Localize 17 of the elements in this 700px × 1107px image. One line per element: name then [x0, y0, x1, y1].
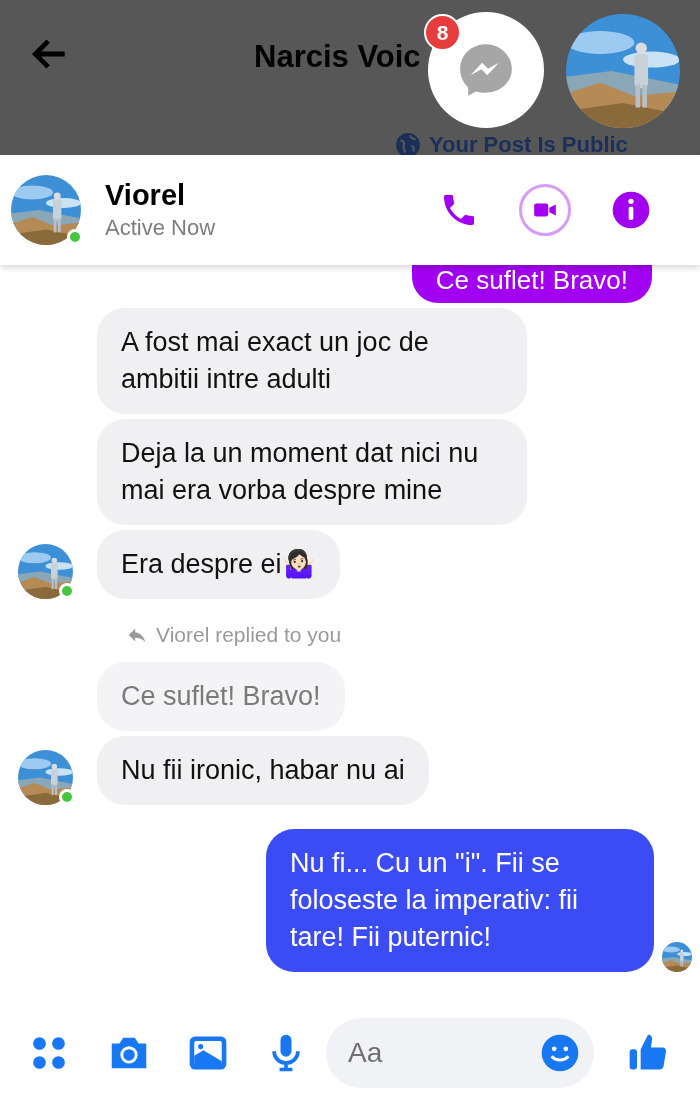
- contact-status: Active Now: [105, 214, 217, 242]
- message-bubble: Era despre ei🤷🏻‍♀: [97, 530, 340, 599]
- info-icon[interactable]: [611, 190, 651, 230]
- page-title: Narcis Voic: [254, 38, 421, 76]
- message-input[interactable]: Aa: [326, 1018, 594, 1088]
- emoji-icon[interactable]: [540, 1033, 580, 1073]
- quoted-message: Ce suflet! Bravo!: [97, 661, 345, 731]
- privacy-notice[interactable]: Your Post Is Public: [429, 134, 628, 156]
- notification-badge: 8: [424, 14, 461, 51]
- message-bubble: Nu fi... Cu un "i". Fii se foloseste la imperativ: fii tare! Fii puternic!: [266, 828, 654, 972]
- apps-icon[interactable]: [30, 1034, 68, 1072]
- reply-note: Viorel replied to you: [156, 622, 342, 648]
- contact-name: Viorel: [105, 178, 187, 213]
- message-bubble: Nu fii ironic, habar nu ai: [97, 735, 429, 805]
- video-call-button[interactable]: [519, 184, 571, 236]
- message-bubble: Deja la un moment dat nici nu mai era vorba despre mine: [97, 419, 527, 525]
- message-bubble: A fost mai exact un joc de ambitii intre adulti: [97, 308, 527, 414]
